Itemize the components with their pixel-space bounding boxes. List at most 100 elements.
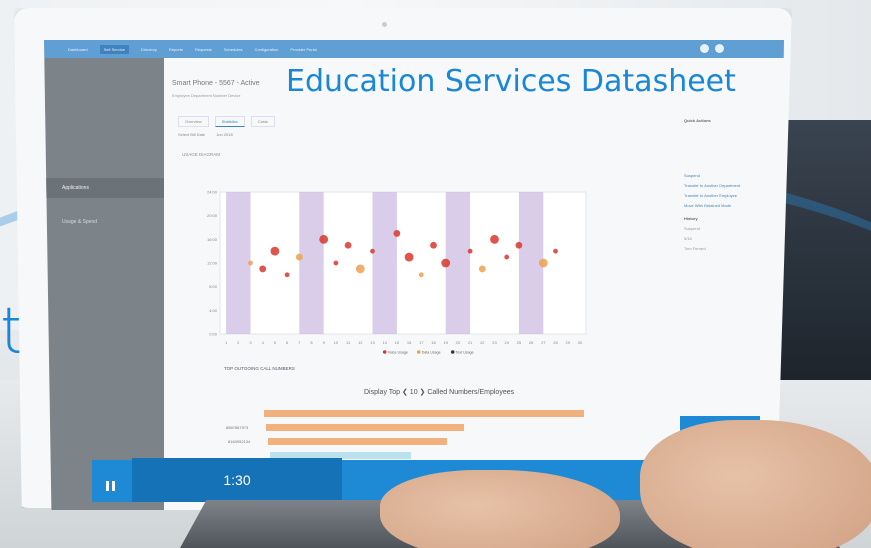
usage-point[interactable]	[393, 230, 401, 237]
usage-point[interactable]	[344, 241, 352, 249]
nav-item-configuration[interactable]: Configuration	[255, 47, 279, 52]
usage-point[interactable]	[441, 258, 451, 268]
y-tick-label: 0:00	[209, 332, 218, 337]
avatar[interactable]	[715, 44, 724, 53]
usage-point[interactable]	[490, 234, 499, 244]
x-tick-label: 30	[578, 340, 583, 345]
x-tick-label: 7	[298, 340, 301, 345]
usage-point[interactable]	[538, 258, 548, 268]
nav-item-self-service[interactable]: Self Service	[99, 44, 129, 54]
top-user-icons	[700, 44, 724, 53]
outgoing-bar[interactable]	[266, 424, 465, 431]
usage-point[interactable]	[295, 253, 303, 261]
legend-marker	[416, 350, 421, 354]
x-tick-label: 28	[553, 340, 558, 345]
history-item: Suspend	[684, 226, 700, 231]
x-tick-label: 16	[407, 340, 412, 345]
usage-point[interactable]	[504, 254, 510, 260]
history-item: Tom Ferrard	[684, 246, 706, 251]
x-tick-label: 13	[370, 340, 375, 345]
x-tick-label: 1	[225, 340, 228, 345]
y-tick-label: 16:00	[207, 237, 218, 242]
usage-point[interactable]	[248, 260, 253, 266]
action-suspend[interactable]: Suspend	[684, 173, 779, 178]
sidebar-item-usage[interactable]: Usage & Spend	[44, 212, 164, 232]
quick-actions-panel: Quick Actions Suspend Transfer to Anothe…	[684, 118, 779, 256]
x-tick-label: 15	[395, 340, 400, 345]
x-tick-label: 2	[237, 340, 240, 345]
notification-icon[interactable]	[700, 44, 709, 53]
pause-button[interactable]	[92, 470, 128, 502]
bill-date-value: Jun 2018	[216, 132, 233, 137]
history-item: 5/18	[684, 236, 692, 241]
nav-item-schedules[interactable]: Schedules	[224, 47, 243, 52]
tab-statistics[interactable]: Statistics	[214, 116, 245, 127]
y-tick-label: 8:00	[209, 284, 218, 289]
x-tick-label: 20	[456, 340, 461, 345]
quick-actions-header: Quick Actions	[684, 118, 711, 123]
y-tick-label: 12:00	[207, 261, 218, 266]
usage-point[interactable]	[370, 248, 375, 254]
usage-point[interactable]	[553, 248, 558, 254]
usage-point[interactable]	[319, 234, 329, 244]
usage-point[interactable]	[478, 265, 486, 273]
y-tick-label: 4:00	[209, 308, 218, 313]
x-tick-label: 19	[443, 340, 448, 345]
page-title: Smart Phone - 5567 - Active	[172, 80, 260, 87]
x-tick-label: 25	[517, 340, 522, 345]
usage-point[interactable]	[284, 272, 290, 278]
x-tick-label: 26	[529, 340, 534, 345]
pause-icon	[105, 481, 115, 491]
usage-point[interactable]	[515, 241, 523, 249]
x-tick-label: 24	[504, 340, 509, 345]
nav-item-reports[interactable]: Reports	[169, 47, 183, 52]
outgoing-bar[interactable]	[268, 438, 448, 445]
legend-marker	[450, 350, 455, 354]
sidebar-item-applications[interactable]: Applications	[44, 178, 164, 198]
webcam	[382, 22, 387, 27]
x-tick-label: 4	[262, 340, 265, 345]
x-tick-label: 17	[419, 340, 424, 345]
datasheet-title: Education Services Datasheet	[286, 64, 736, 99]
sidebar-item-blank[interactable]	[44, 198, 164, 212]
outgoing-bar-label: 8887867973	[226, 425, 249, 430]
usage-point[interactable]	[430, 241, 437, 249]
usage-point[interactable]	[418, 272, 424, 278]
outgoing-bar[interactable]	[264, 410, 584, 417]
weekend-band	[372, 192, 397, 334]
legend-label: Text Usage	[456, 351, 474, 355]
weekend-band	[226, 192, 251, 334]
action-transfer-department[interactable]: Transfer to Another Department	[684, 183, 779, 188]
tab-costs[interactable]: Costs	[250, 116, 275, 127]
bill-date-select[interactable]: Select Bill Date Jun 2018	[178, 132, 233, 137]
time-label: 1:30	[223, 472, 251, 488]
x-tick-label: 3	[249, 340, 252, 345]
y-tick-label: 20:00	[207, 213, 218, 218]
usage-point[interactable]	[467, 248, 473, 254]
usage-point[interactable]	[355, 264, 365, 274]
display-top-control[interactable]: Display Top ❮ 10 ❯ Called Numbers/Employ…	[364, 388, 514, 396]
x-tick-label: 18	[431, 340, 436, 345]
outgoing-bar-label: 8163952134	[228, 439, 251, 444]
nav-item-dashboard[interactable]: Dashboard	[68, 47, 88, 52]
sidebar: Applications Usage & Spend	[44, 58, 164, 510]
tab-overview[interactable]: Overview	[178, 116, 209, 127]
page-subtitle: Employee Department Number Device	[172, 93, 241, 98]
nav-item-provider-portal[interactable]: Provider Portal	[290, 47, 316, 52]
usage-point[interactable]	[259, 265, 267, 273]
x-tick-label: 29	[565, 340, 570, 345]
x-tick-label: 10	[334, 340, 339, 345]
legend-label: Voice Usage	[388, 351, 408, 355]
tab-bar: Overview Statistics Costs	[178, 116, 275, 127]
usage-point[interactable]	[333, 260, 339, 266]
nav-item-requests[interactable]: Requests	[195, 47, 212, 52]
action-move-retained[interactable]: Move With Retained Mode	[684, 203, 779, 208]
usage-point[interactable]	[404, 252, 414, 262]
action-transfer-employee[interactable]: Transfer to Another Employee	[684, 193, 779, 198]
x-tick-label: 5	[274, 340, 277, 345]
time-display: 1:30	[132, 458, 342, 502]
x-tick-label: 27	[541, 340, 546, 345]
x-tick-label: 21	[468, 340, 473, 345]
usage-point[interactable]	[270, 246, 280, 256]
nav-item-directory[interactable]: Directory	[141, 47, 157, 52]
